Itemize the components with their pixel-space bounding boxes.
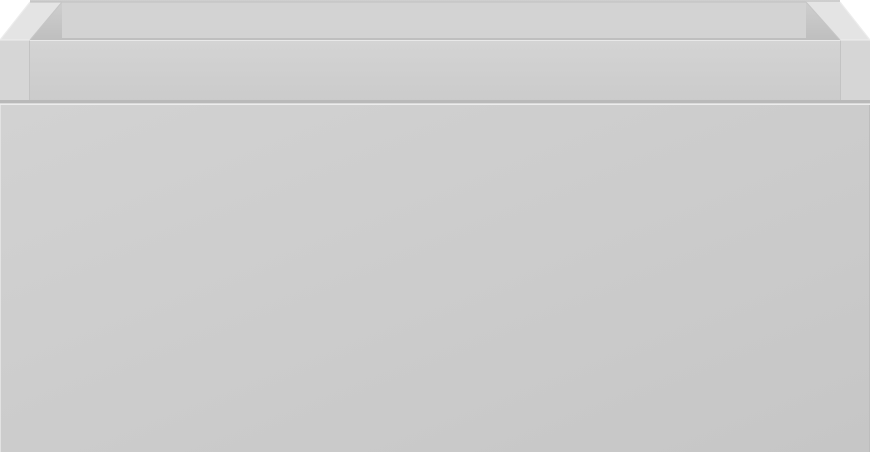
drawer-front-panel — [0, 105, 870, 452]
drawer-illustration — [0, 0, 870, 452]
scene-canvas — [0, 0, 870, 452]
front-rail — [30, 40, 840, 102]
drawer-inner-cavity — [30, 0, 840, 44]
